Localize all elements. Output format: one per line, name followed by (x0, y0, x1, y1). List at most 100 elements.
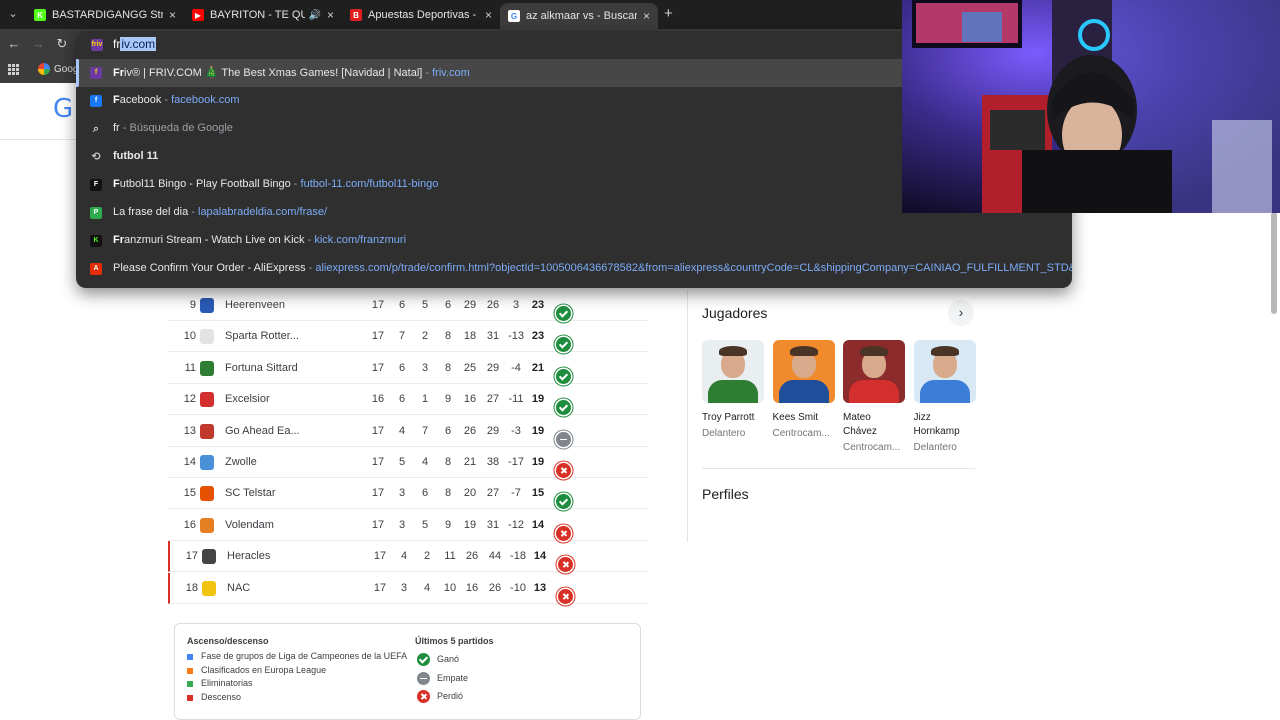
legend-label: Empate (437, 672, 469, 683)
team-name[interactable]: Volendam (225, 519, 274, 531)
close-tab-icon[interactable]: × (327, 8, 334, 22)
table-row[interactable]: 10 Sparta Rotter... 17 7 2 8 18 31 -13 23 (168, 321, 648, 353)
player-photo[interactable] (913, 340, 976, 403)
tab-1[interactable]: ▶ BAYRITON - TE QUIERO VE 🔊 × (184, 3, 342, 27)
tab-search-icon[interactable]: ⌄ (4, 5, 22, 23)
stat-gf: 21 (463, 456, 477, 468)
player-photo[interactable] (702, 340, 764, 403)
suggestion-url: aliexpress.com/p/trade/confirm.html?obje… (315, 262, 1072, 274)
tab-3-active[interactable]: G az alkmaar vs - Buscar con Goo × (500, 3, 658, 29)
google-logo[interactable]: G (53, 94, 73, 124)
stat-dg: 3 (512, 299, 520, 311)
scrollbar-thumb[interactable] (1271, 212, 1277, 314)
loss-x-icon[interactable] (558, 588, 573, 604)
stat-e: 4 (423, 581, 431, 594)
legend-label: Perdió (437, 691, 464, 701)
draw-dash-icon[interactable] (556, 431, 571, 447)
player-name[interactable]: Troy Parrott (702, 411, 766, 425)
tab-2[interactable]: B Apuestas Deportivas - Apuesta × (342, 3, 500, 27)
suggestion-url: lapalabradeldia.com/frase/ (198, 206, 328, 218)
stat-pj: 16 (371, 393, 385, 406)
table-row[interactable]: 18 NAC 17 3 4 10 16 26 -10 13 (168, 572, 648, 604)
apps-grid-icon[interactable] (8, 64, 20, 76)
legend-box: Ascenso/descenso Fase de grupos de Liga … (174, 623, 641, 720)
team-name[interactable]: Go Ahead Ea... (225, 425, 300, 437)
player-photo[interactable] (772, 340, 835, 403)
player-position: Delantero (702, 428, 746, 439)
stat-g: 6 (398, 393, 406, 406)
team-name[interactable]: Fortuna Sittard (225, 362, 298, 374)
win-check-icon[interactable] (556, 368, 571, 384)
suggestion-title: Please Confirm Your Order - AliExpress (113, 262, 306, 274)
legend-promotion-title: Ascenso/descenso (187, 636, 269, 646)
stat-gc: 26 (486, 299, 500, 311)
chevron-right-icon[interactable]: › (948, 300, 974, 326)
team-name[interactable]: Sparta Rotter... (225, 330, 299, 342)
win-check-icon[interactable] (556, 494, 571, 510)
stat-dg: -13 (508, 330, 524, 343)
suggestion-match: F (113, 94, 120, 106)
stat-gc: 31 (486, 330, 500, 343)
stat-p: 9 (444, 518, 452, 531)
stat-p: 11 (444, 550, 456, 563)
profiles-title[interactable]: Perfiles (702, 486, 749, 502)
team-name[interactable]: Zwolle (225, 456, 257, 468)
win-check-icon[interactable] (556, 400, 571, 416)
team-name[interactable]: NAC (227, 582, 250, 594)
stat-gc: 26 (488, 581, 502, 594)
stat-gf: 29 (463, 299, 477, 311)
player-photo[interactable] (843, 340, 905, 403)
win-check-icon[interactable] (556, 306, 571, 321)
players-title: Jugadores (702, 305, 768, 321)
stat-p: 8 (444, 487, 452, 500)
omnibox-suggestion[interactable]: A Please Confirm Your Order - AliExpress … (76, 255, 1072, 283)
table-row[interactable]: 13 Go Ahead Ea... 17 4 7 6 26 29 -3 19 (168, 416, 648, 447)
player-card[interactable]: Mateo Chávez Centrocam... (843, 340, 907, 455)
table-row[interactable]: 12 Excelsior 16 6 1 9 16 27 -11 19 (168, 384, 648, 416)
omnibox-suggestion[interactable]: K Franzmuri Stream - Watch Live on Kick -… (76, 227, 1072, 255)
stat-dg: -10 (510, 581, 526, 594)
team-name[interactable]: Heerenveen (225, 299, 285, 311)
team-crest-icon (200, 392, 214, 408)
team-name[interactable]: SC Telstar (225, 487, 276, 499)
close-tab-icon[interactable]: × (485, 8, 492, 22)
legend-color-swatch (187, 681, 193, 688)
suggestion-separator: - (304, 234, 315, 246)
stat-dg: -12 (508, 518, 524, 531)
player-position: Centrocam... (843, 442, 901, 453)
suggestion-title: fr (113, 122, 120, 134)
player-name[interactable]: Jizz Hornkamp (914, 411, 978, 439)
speaker-icon[interactable]: 🔊 (309, 10, 321, 21)
loss-x-icon[interactable] (558, 557, 573, 573)
google-icon: G (508, 10, 520, 22)
tab-0[interactable]: K BASTARDIGANGG Stream - Wat × (26, 3, 184, 27)
table-row[interactable]: 11 Fortuna Sittard 17 6 3 8 25 29 -4 21 (168, 353, 648, 384)
loss-x-icon[interactable] (556, 525, 571, 541)
stat-pj: 17 (371, 424, 385, 437)
team-name[interactable]: Heracles (227, 550, 270, 562)
table-row[interactable]: 9 Heerenveen 17 6 5 6 29 26 3 23 (168, 290, 648, 321)
close-tab-icon[interactable]: × (643, 9, 650, 23)
facebook-icon: f (90, 95, 102, 107)
table-row[interactable]: 16 Volendam 17 3 5 9 19 31 -12 14 (168, 510, 648, 541)
player-card[interactable]: Troy Parrott Delantero (702, 340, 766, 441)
loss-x-icon[interactable] (556, 463, 571, 478)
player-name[interactable]: Mateo Chávez (843, 411, 907, 439)
new-tab-icon[interactable]: + (664, 6, 673, 22)
forward-arrow-icon[interactable]: → (30, 36, 46, 52)
player-card[interactable]: Kees Smit Centrocam... (772, 340, 837, 441)
stat-p: 6 (444, 424, 452, 437)
reload-icon[interactable]: ↻ (54, 36, 70, 52)
table-row[interactable]: 14 Zwolle 17 5 4 8 21 38 -17 19 (168, 447, 648, 478)
close-tab-icon[interactable]: × (169, 8, 176, 22)
stat-gf: 16 (463, 393, 477, 406)
win-check-icon[interactable] (556, 337, 571, 353)
table-row[interactable]: 17 Heracles 17 4 2 11 26 44 -18 14 (168, 541, 648, 573)
table-row[interactable]: 15 SC Telstar 17 3 6 8 20 27 -7 15 (168, 478, 648, 510)
address-input[interactable]: friv.com (113, 37, 157, 51)
player-name[interactable]: Kees Smit (773, 411, 837, 425)
back-arrow-icon[interactable]: ← (6, 36, 22, 52)
team-name[interactable]: Excelsior (225, 393, 270, 405)
stat-gc: 31 (486, 518, 500, 531)
player-card[interactable]: Jizz Hornkamp Delantero (913, 340, 978, 455)
